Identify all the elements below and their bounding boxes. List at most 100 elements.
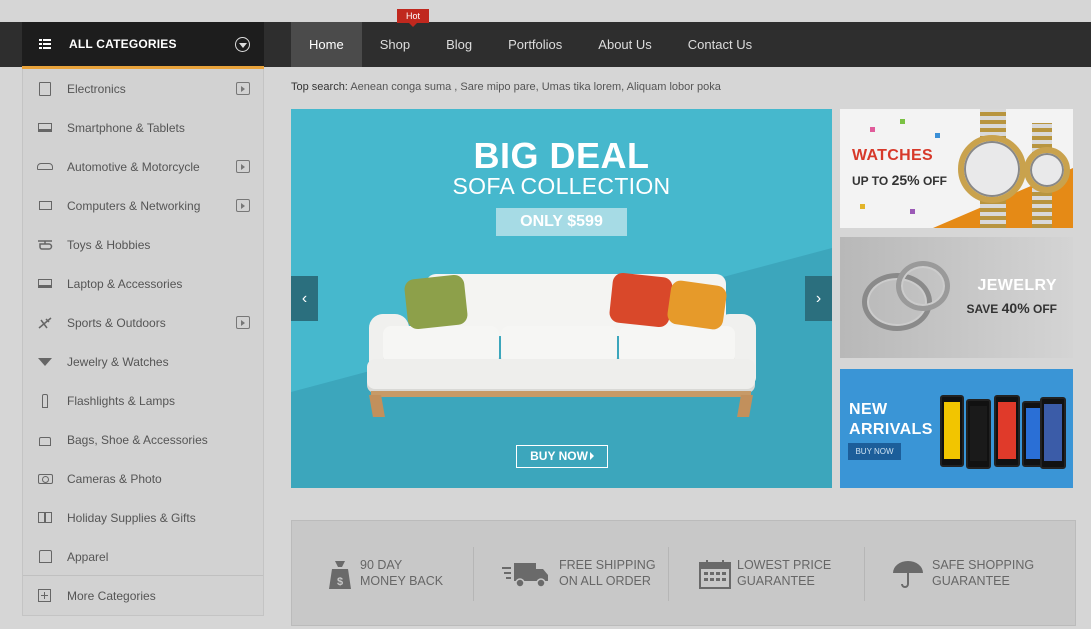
watch-face-small (1024, 147, 1070, 193)
sidebar-item-automotive[interactable]: Automotive & Motorcycle (23, 147, 263, 186)
sidebar-item-label: Laptop & Accessories (67, 276, 183, 291)
service-text: SAFE SHOPPING GUARANTEE (932, 557, 1034, 589)
sidebar-item-cameras[interactable]: Cameras & Photo (23, 459, 263, 498)
new-arrivals-buy-button[interactable]: BUY NOW (848, 443, 901, 460)
jewelry-banner[interactable]: JEWELRY SAVE 40% OFF (840, 237, 1073, 358)
phone-image (1040, 397, 1066, 469)
watch-face-large (958, 135, 1026, 203)
service-line2: ON ALL ORDER (559, 574, 651, 588)
sidebar-item-holiday[interactable]: Holiday Supplies & Gifts (23, 498, 263, 537)
hero-title: BIG DEAL (473, 135, 650, 176)
sidebar-item-toys[interactable]: Toys & Hobbies (23, 225, 263, 264)
service-text: LOWEST PRICE GUARANTEE (737, 557, 831, 589)
sidebar-item-electronics[interactable]: Electronics (23, 69, 263, 108)
jewelry-sub-suffix: OFF (1029, 302, 1057, 316)
top-search-line: Top search: Aenean conga suma , Sare mip… (291, 81, 721, 93)
calendar-icon (699, 559, 731, 589)
all-categories-label: ALL CATEGORIES (69, 37, 177, 51)
new-arrivals-line2: ARRIVALS (849, 421, 933, 438)
service-line1: LOWEST PRICE (737, 558, 832, 572)
service-line1: FREE SHIPPING (559, 558, 656, 572)
menu-item-contact-us[interactable]: Contact Us (670, 22, 770, 67)
pillow-green (403, 274, 469, 330)
sidebar-item-label: Bags, Shoe & Accessories (67, 432, 208, 447)
sidebar-item-label: Automotive & Motorcycle (67, 159, 200, 174)
sidebar-item-label: Electronics (67, 81, 126, 96)
watches-sub-suffix: OFF (919, 174, 947, 188)
confetti (870, 127, 875, 132)
phone-image (966, 399, 991, 469)
money-bag-icon: $ (327, 559, 359, 589)
service-line1: 90 DAY (360, 558, 403, 572)
more-categories-label: More Categories (67, 588, 156, 603)
sidebar-item-label: Smartphone & Tablets (67, 120, 185, 135)
sidebar-item-label: Flashlights & Lamps (67, 393, 176, 408)
service-lowest-price: LOWEST PRICE GUARANTEE (664, 521, 860, 627)
menu-item-portfolios[interactable]: Portfolios (490, 22, 580, 67)
services-bar: $ 90 DAY MONEY BACK FREE SHIPPING ON ALL O… (291, 520, 1076, 626)
gift-icon (37, 511, 53, 525)
pillow-red (608, 272, 674, 328)
sidebar-item-label: Toys & Hobbies (67, 237, 151, 252)
monitor-icon (37, 199, 53, 213)
box-icon (37, 81, 53, 96)
diamond-icon (37, 355, 53, 369)
hero-slider: BIG DEAL SOFA COLLECTION ONLY $599 ‹ › B… (291, 109, 832, 488)
confetti (900, 119, 905, 124)
menu-item-blog[interactable]: Blog (428, 22, 490, 67)
sidebar-item-flashlights[interactable]: Flashlights & Lamps (23, 381, 263, 420)
watches-subtitle: UP TO 25% OFF (852, 172, 947, 188)
submenu-arrow-icon[interactable] (236, 199, 250, 212)
car-icon (37, 160, 53, 174)
top-search-label: Top search: (291, 81, 348, 93)
watches-sub-prefix: UP TO (852, 174, 892, 188)
submenu-arrow-icon[interactable] (236, 160, 250, 173)
sidebar-item-label: Holiday Supplies & Gifts (67, 510, 196, 525)
buy-now-button[interactable]: BUY NOW (516, 445, 608, 468)
camera-icon (37, 472, 53, 486)
jewelry-subtitle: SAVE 40% OFF (967, 300, 1057, 316)
laptop-icon (37, 121, 53, 135)
service-money-back: $ 90 DAY MONEY BACK (292, 521, 488, 627)
watches-banner[interactable]: WATCHES UP TO 25% OFF (840, 109, 1073, 228)
sports-icon (37, 316, 53, 330)
top-search-terms[interactable]: Aenean conga suma , Sare mipo pare, Umas… (350, 81, 721, 93)
service-free-shipping: FREE SHIPPING ON ALL ORDER (468, 521, 664, 627)
sidebar-item-smartphone-tablets[interactable]: Smartphone & Tablets (23, 108, 263, 147)
laptop-icon (37, 277, 53, 291)
sidebar-item-laptop[interactable]: Laptop & Accessories (23, 264, 263, 303)
service-text: 90 DAY MONEY BACK (360, 557, 443, 589)
hot-badge: Hot (397, 9, 429, 27)
sidebar-item-jewelry[interactable]: Jewelry & Watches (23, 342, 263, 381)
sidebar-item-sports[interactable]: Sports & Outdoors (23, 303, 263, 342)
new-arrivals-title: NEW ARRIVALS (849, 400, 933, 440)
service-line2: GUARANTEE (932, 574, 1010, 588)
sidebar-item-apparel[interactable]: Apparel (23, 537, 263, 576)
chevron-down-icon[interactable] (235, 36, 250, 52)
more-categories-link[interactable]: More Categories (23, 575, 263, 615)
confetti (935, 133, 940, 138)
new-arrivals-banner[interactable]: NEW ARRIVALS BUY NOW (840, 369, 1073, 488)
all-categories-toggle[interactable]: ALL CATEGORIES (22, 22, 264, 69)
hero-price: ONLY $599 (496, 208, 627, 236)
helicopter-icon (37, 238, 53, 252)
menu-item-home[interactable]: Home (291, 22, 362, 67)
sidebar-item-label: Jewelry & Watches (67, 354, 169, 369)
slider-prev-button[interactable]: ‹ (291, 276, 318, 321)
submenu-arrow-icon[interactable] (236, 82, 250, 95)
list-icon (39, 39, 51, 49)
menu-item-shop[interactable]: Shop (362, 22, 428, 67)
new-arrivals-line1: NEW (849, 401, 888, 418)
sidebar-item-bags[interactable]: Bags, Shoe & Accessories (23, 420, 263, 459)
sofa-seat (367, 359, 755, 389)
submenu-arrow-icon[interactable] (236, 316, 250, 329)
menu-item-about-us[interactable]: About Us (580, 22, 669, 67)
jewelry-sub-value: 40% (1001, 300, 1030, 316)
confetti (860, 204, 865, 209)
slider-next-button[interactable]: › (805, 276, 832, 321)
sidebar-item-computers[interactable]: Computers & Networking (23, 186, 263, 225)
phone-image (994, 395, 1020, 467)
service-text: FREE SHIPPING ON ALL ORDER (559, 557, 656, 589)
jewelry-title: JEWELRY (977, 277, 1057, 294)
confetti (910, 209, 915, 214)
